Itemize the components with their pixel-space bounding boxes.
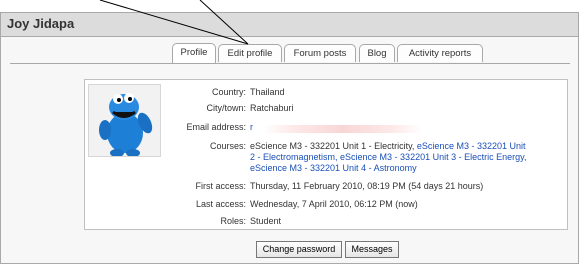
tab-edit-profile[interactable]: Edit profile bbox=[218, 44, 282, 62]
country-value: Thailand bbox=[250, 87, 285, 97]
email-redaction bbox=[263, 125, 423, 133]
last-access-label: Last access: bbox=[195, 199, 246, 209]
page-title: Joy Jidapa bbox=[0, 12, 579, 37]
messages-button[interactable]: Messages bbox=[345, 241, 399, 258]
city-value: Ratchaburi bbox=[250, 103, 294, 113]
roles-value: Student bbox=[250, 216, 282, 226]
course-unit-1-link[interactable]: eScience M3 - 332201 Unit 1 - Electricit… bbox=[250, 141, 414, 151]
tab-activity-reports[interactable]: Activity reports bbox=[397, 44, 483, 62]
tab-forum-posts[interactable]: Forum posts bbox=[284, 44, 356, 62]
courses-line-1: eScience M3 - 332201 Unit 1 - Electricit… bbox=[250, 141, 525, 151]
tab-profile[interactable]: Profile bbox=[172, 43, 216, 63]
roles-label: Roles: bbox=[220, 216, 246, 226]
country-label: Country: bbox=[211, 87, 246, 97]
tab-blog[interactable]: Blog bbox=[359, 44, 395, 62]
course-unit-2-link[interactable]: eScience M3 - 332201 Unit bbox=[417, 141, 526, 151]
change-password-button[interactable]: Change password bbox=[256, 241, 342, 258]
user-name: Joy Jidapa bbox=[7, 16, 75, 31]
courses-label: Courses: bbox=[209, 141, 246, 151]
courses-line-2[interactable]: 2 - Electromagnetism, eScience M3 - 3322… bbox=[250, 152, 526, 162]
courses-line-3[interactable]: eScience M3 - 332201 Unit 4 - Astronomy bbox=[250, 163, 417, 173]
email-link[interactable]: r bbox=[250, 122, 253, 132]
email-label: Email address: bbox=[186, 122, 246, 132]
first-access-value: Thursday, 11 February 2010, 08:19 PM (54… bbox=[250, 181, 484, 191]
city-label: City/town: bbox=[206, 103, 246, 113]
last-access-value: Wednesday, 7 April 2010, 06:12 PM (now) bbox=[250, 199, 418, 209]
first-access-label: First access: bbox=[195, 181, 246, 191]
